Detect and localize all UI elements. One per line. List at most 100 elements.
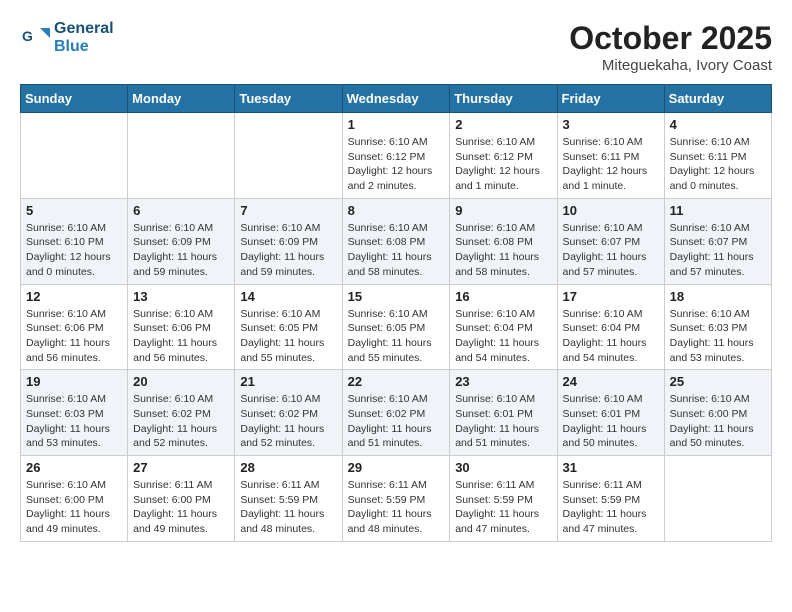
day-info: Sunrise: 6:10 AM Sunset: 6:10 PM Dayligh…	[26, 221, 122, 280]
calendar-week-row: 12Sunrise: 6:10 AM Sunset: 6:06 PM Dayli…	[21, 284, 772, 370]
calendar-cell: 1 Sunrise: 6:10 AM Sunset: 6:12 PM Daylig…	[342, 113, 450, 199]
day-info: Sunrise: 6:10 AM Sunset: 6:12 PM Dayligh…	[348, 135, 445, 194]
day-number: 24	[563, 374, 659, 389]
day-info: Sunrise: 6:10 AM Sunset: 6:08 PM Dayligh…	[348, 221, 445, 280]
calendar-cell	[664, 456, 771, 542]
day-info: Sunrise: 6:10 AM Sunset: 6:11 PM Dayligh…	[563, 135, 659, 194]
day-info: Sunrise: 6:11 AM Sunset: 5:59 PM Dayligh…	[240, 478, 336, 537]
day-info: Sunrise: 6:10 AM Sunset: 6:07 PM Dayligh…	[563, 221, 659, 280]
day-number: 30	[455, 460, 551, 475]
day-number: 11	[670, 203, 766, 218]
day-info: Sunrise: 6:10 AM Sunset: 6:00 PM Dayligh…	[670, 392, 766, 451]
day-info: Sunrise: 6:11 AM Sunset: 6:00 PM Dayligh…	[133, 478, 229, 537]
calendar-cell: 26 Sunrise: 6:10 AM Sunset: 6:00 PM Dayli…	[21, 456, 128, 542]
logo-icon: G	[20, 23, 50, 53]
day-number: 15	[348, 289, 445, 304]
day-number: 28	[240, 460, 336, 475]
weekday-header-saturday: Saturday	[664, 85, 771, 113]
logo-general: General	[54, 20, 114, 38]
day-number: 29	[348, 460, 445, 475]
calendar-cell	[128, 113, 235, 199]
calendar-cell: 6 Sunrise: 6:10 AM Sunset: 6:09 PM Daylig…	[128, 198, 235, 284]
day-number: 27	[133, 460, 229, 475]
day-info: Sunrise: 6:11 AM Sunset: 5:59 PM Dayligh…	[563, 478, 659, 537]
day-number: 20	[133, 374, 229, 389]
day-info: Sunrise: 6:10 AM Sunset: 6:06 PM Dayligh…	[26, 307, 122, 366]
day-info: Sunrise: 6:11 AM Sunset: 5:59 PM Dayligh…	[455, 478, 551, 537]
calendar-cell: 19 Sunrise: 6:10 AM Sunset: 6:03 PM Dayli…	[21, 370, 128, 456]
day-number: 22	[348, 374, 445, 389]
weekday-header-sunday: Sunday	[21, 85, 128, 113]
day-info: Sunrise: 6:10 AM Sunset: 6:08 PM Dayligh…	[455, 221, 551, 280]
day-number: 18	[670, 289, 766, 304]
day-info: Sunrise: 6:11 AM Sunset: 5:59 PM Dayligh…	[348, 478, 445, 537]
calendar-week-row: 1 Sunrise: 6:10 AM Sunset: 6:12 PM Daylig…	[21, 113, 772, 199]
weekday-header-wednesday: Wednesday	[342, 85, 450, 113]
day-number: 7	[240, 203, 336, 218]
day-info: Sunrise: 6:10 AM Sunset: 6:03 PM Dayligh…	[26, 392, 122, 451]
calendar-cell: 4Sunrise: 6:10 AM Sunset: 6:11 PM Daylig…	[664, 113, 771, 199]
calendar-cell: 2 Sunrise: 6:10 AM Sunset: 6:12 PM Daylig…	[450, 113, 557, 199]
day-info: Sunrise: 6:10 AM Sunset: 6:05 PM Dayligh…	[348, 307, 445, 366]
calendar-week-row: 19 Sunrise: 6:10 AM Sunset: 6:03 PM Dayli…	[21, 370, 772, 456]
calendar-cell: 31 Sunrise: 6:11 AM Sunset: 5:59 PM Dayli…	[557, 456, 664, 542]
calendar-cell: 25 Sunrise: 6:10 AM Sunset: 6:00 PM Dayli…	[664, 370, 771, 456]
location-title: Miteguekaha, Ivory Coast	[569, 57, 772, 74]
calendar-cell: 27 Sunrise: 6:11 AM Sunset: 6:00 PM Dayli…	[128, 456, 235, 542]
day-info: Sunrise: 6:10 AM Sunset: 6:04 PM Dayligh…	[455, 307, 551, 366]
day-info: Sunrise: 6:10 AM Sunset: 6:09 PM Dayligh…	[133, 221, 229, 280]
day-number: 16	[455, 289, 551, 304]
day-number: 5	[26, 203, 122, 218]
day-info: Sunrise: 6:10 AM Sunset: 6:12 PM Dayligh…	[455, 135, 551, 194]
calendar-cell: 10 Sunrise: 6:10 AM Sunset: 6:07 PM Dayli…	[557, 198, 664, 284]
day-number: 3	[563, 117, 659, 132]
calendar-cell: 5 Sunrise: 6:10 AM Sunset: 6:10 PM Daylig…	[21, 198, 128, 284]
day-number: 31	[563, 460, 659, 475]
day-number: 10	[563, 203, 659, 218]
day-number: 1	[348, 117, 445, 132]
logo-blue: Blue	[54, 38, 114, 56]
title-section: October 2025 Miteguekaha, Ivory Coast	[569, 20, 772, 74]
day-number: 2	[455, 117, 551, 132]
weekday-header-monday: Monday	[128, 85, 235, 113]
calendar-cell: 13Sunrise: 6:10 AM Sunset: 6:06 PM Dayli…	[128, 284, 235, 370]
weekday-header-thursday: Thursday	[450, 85, 557, 113]
day-info: Sunrise: 6:10 AM Sunset: 6:02 PM Dayligh…	[348, 392, 445, 451]
day-info: Sunrise: 6:10 AM Sunset: 6:01 PM Dayligh…	[563, 392, 659, 451]
calendar-week-row: 26 Sunrise: 6:10 AM Sunset: 6:00 PM Dayli…	[21, 456, 772, 542]
calendar-cell: 8 Sunrise: 6:10 AM Sunset: 6:08 PM Daylig…	[342, 198, 450, 284]
day-number: 19	[26, 374, 122, 389]
day-number: 25	[670, 374, 766, 389]
calendar-cell	[235, 113, 342, 199]
calendar-cell: 21Sunrise: 6:10 AM Sunset: 6:02 PM Dayli…	[235, 370, 342, 456]
calendar-cell: 14Sunrise: 6:10 AM Sunset: 6:05 PM Dayli…	[235, 284, 342, 370]
calendar-cell: 28 Sunrise: 6:11 AM Sunset: 5:59 PM Dayli…	[235, 456, 342, 542]
calendar-cell: 22 Sunrise: 6:10 AM Sunset: 6:02 PM Dayli…	[342, 370, 450, 456]
page-header: G General Blue October 2025 Miteguekaha,…	[20, 20, 772, 74]
calendar-cell: 12Sunrise: 6:10 AM Sunset: 6:06 PM Dayli…	[21, 284, 128, 370]
day-number: 4	[670, 117, 766, 132]
calendar-cell: 9 Sunrise: 6:10 AM Sunset: 6:08 PM Daylig…	[450, 198, 557, 284]
day-info: Sunrise: 6:10 AM Sunset: 6:09 PM Dayligh…	[240, 221, 336, 280]
calendar-week-row: 5 Sunrise: 6:10 AM Sunset: 6:10 PM Daylig…	[21, 198, 772, 284]
calendar-cell: 29 Sunrise: 6:11 AM Sunset: 5:59 PM Dayli…	[342, 456, 450, 542]
day-info: Sunrise: 6:10 AM Sunset: 6:06 PM Dayligh…	[133, 307, 229, 366]
calendar-cell: 15 Sunrise: 6:10 AM Sunset: 6:05 PM Dayli…	[342, 284, 450, 370]
calendar-table: SundayMondayTuesdayWednesdayThursdayFrid…	[20, 84, 772, 542]
day-number: 6	[133, 203, 229, 218]
day-number: 8	[348, 203, 445, 218]
calendar-cell: 11Sunrise: 6:10 AM Sunset: 6:07 PM Dayli…	[664, 198, 771, 284]
day-number: 9	[455, 203, 551, 218]
day-number: 26	[26, 460, 122, 475]
calendar-cell: 23Sunrise: 6:10 AM Sunset: 6:01 PM Dayli…	[450, 370, 557, 456]
day-info: Sunrise: 6:10 AM Sunset: 6:05 PM Dayligh…	[240, 307, 336, 366]
day-info: Sunrise: 6:10 AM Sunset: 6:03 PM Dayligh…	[670, 307, 766, 366]
calendar-cell: 24 Sunrise: 6:10 AM Sunset: 6:01 PM Dayli…	[557, 370, 664, 456]
logo: G General Blue	[20, 20, 114, 55]
day-info: Sunrise: 6:10 AM Sunset: 6:00 PM Dayligh…	[26, 478, 122, 537]
calendar-cell	[21, 113, 128, 199]
calendar-cell: 17 Sunrise: 6:10 AM Sunset: 6:04 PM Dayli…	[557, 284, 664, 370]
calendar-cell: 18 Sunrise: 6:10 AM Sunset: 6:03 PM Dayli…	[664, 284, 771, 370]
day-info: Sunrise: 6:10 AM Sunset: 6:04 PM Dayligh…	[563, 307, 659, 366]
day-number: 17	[563, 289, 659, 304]
